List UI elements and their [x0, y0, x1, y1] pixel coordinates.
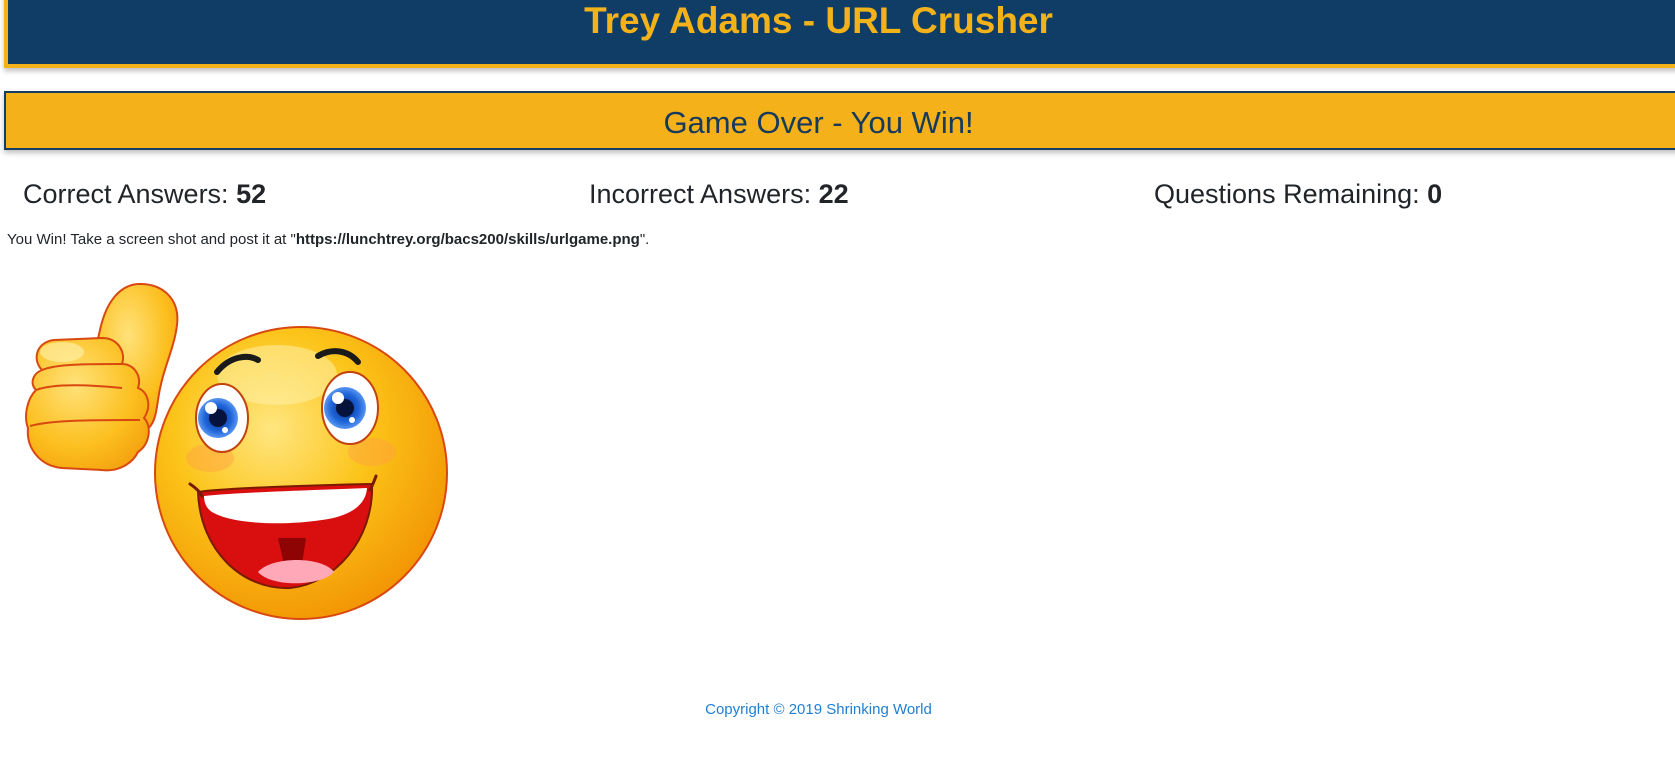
- instruction-suffix: ".: [639, 231, 650, 248]
- win-instruction: You Win! Take a screen shot and post it …: [7, 230, 649, 250]
- incorrect-answers-value: 22: [818, 179, 849, 209]
- correct-answers-label: Correct Answers:: [23, 179, 229, 209]
- questions-remaining-stat: Questions Remaining: 0: [1154, 177, 1442, 211]
- page: Trey Adams - URL Crusher Game Over - You…: [0, 0, 1675, 770]
- correct-answers-value: 52: [236, 179, 267, 209]
- questions-remaining-label: Questions Remaining:: [1154, 179, 1420, 209]
- questions-remaining-value: 0: [1427, 179, 1443, 209]
- instruction-prefix: You Win! Take a screen shot and post it …: [7, 231, 296, 248]
- page-title: Trey Adams - URL Crusher: [584, 0, 1053, 41]
- instruction-url: https://lunchtrey.org/bacs200/skills/url…: [295, 231, 640, 248]
- incorrect-answers-label: Incorrect Answers:: [589, 179, 812, 209]
- footer-copyright: Copyright © 2019 Shrinking World: [705, 701, 932, 718]
- incorrect-answers-stat: Incorrect Answers: 22: [589, 177, 849, 211]
- correct-answers-stat: Correct Answers: 52: [23, 177, 266, 211]
- thumbs-up-smiley-icon: [22, 280, 452, 625]
- game-status: Game Over - You Win!: [663, 105, 974, 140]
